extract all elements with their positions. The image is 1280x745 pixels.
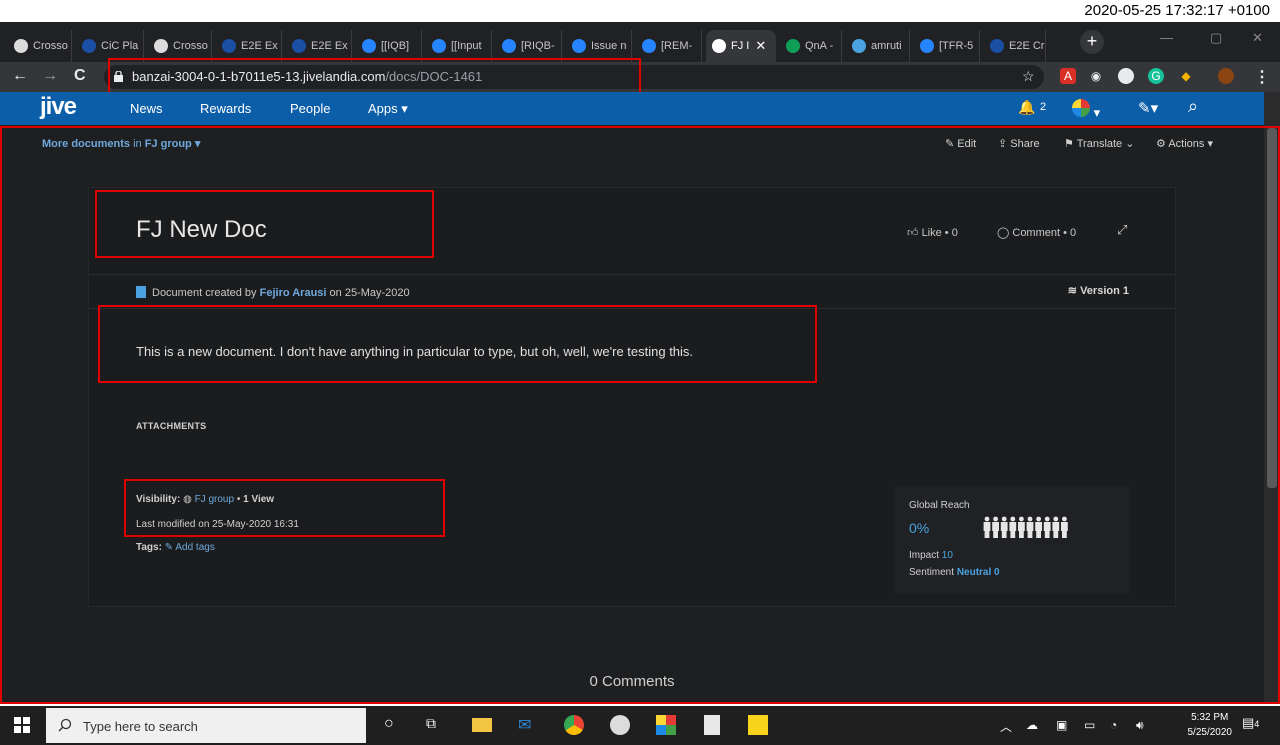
taskbar-search-input[interactable]: Type here to search [46, 708, 366, 743]
notifications-bell-icon[interactable]: 🔔 [1018, 99, 1035, 116]
pdf-extension-icon[interactable]: A [1060, 68, 1076, 84]
tab-favicon-icon [572, 39, 586, 53]
windows-start-icon[interactable] [14, 717, 30, 733]
minimize-icon[interactable]: — [1160, 30, 1173, 45]
nav-people[interactable]: People [290, 101, 330, 116]
grammarly-extension-icon[interactable]: G [1148, 68, 1164, 84]
copyleaks-extension-icon[interactable] [1118, 68, 1134, 84]
chrome-icon[interactable] [564, 715, 584, 735]
tab-label: [[IQB] [381, 40, 410, 52]
nav-news[interactable]: News [130, 101, 163, 116]
tab-label: [[Input [451, 40, 482, 52]
tab-label: E2E Cr [1009, 40, 1045, 52]
action-center-icon[interactable]: ▤4 [1242, 715, 1262, 735]
honey-extension-icon[interactable]: ◆ [1178, 68, 1194, 84]
back-icon[interactable]: ← [12, 67, 28, 85]
notification-count: 4 [1254, 719, 1260, 729]
tab-favicon-icon [432, 39, 446, 53]
close-tab-icon[interactable]: ✕ [755, 38, 766, 54]
forward-icon[interactable]: → [42, 67, 58, 85]
volume-icon[interactable]: 🔊︎ [1136, 718, 1156, 738]
tab-label: Crosso [33, 40, 68, 52]
new-tab-button[interactable]: + [1080, 30, 1104, 54]
slack-icon[interactable] [656, 715, 676, 735]
tab-label: E2E Ex [241, 40, 278, 52]
tab-label: E2E Ex [311, 40, 348, 52]
mail-icon[interactable]: ✉ [518, 715, 538, 735]
tab-favicon-icon [154, 39, 168, 53]
annotation-box-visibility [124, 479, 445, 537]
screenshot-timestamp: 2020-05-25 17:32:17 +0100 [1084, 2, 1270, 19]
browser-tab[interactable]: FJ I ✕ [706, 30, 776, 62]
cloud-sync-icon[interactable]: ☁ [1026, 718, 1046, 738]
tab-label: [TFR-5 [939, 40, 974, 52]
cortana-icon[interactable]: ○ [384, 715, 404, 735]
profile-avatar-icon[interactable] [1218, 68, 1234, 84]
close-window-icon[interactable]: ✕ [1252, 30, 1263, 46]
windows-taskbar: Type here to search ○ ⧉ ✉ ︿ ☁ ▣ ▭ ◔ 🔊︎ 5… [0, 706, 1280, 745]
task-view-icon[interactable]: ⧉ [426, 715, 446, 735]
notifications-count: 2 [1040, 101, 1047, 113]
browser-tab[interactable]: [TFR-5 [914, 30, 980, 62]
create-pencil-icon[interactable]: ✎▾ [1138, 99, 1158, 117]
tab-label: Crosso [173, 40, 208, 52]
maximize-icon[interactable]: ▢ [1210, 30, 1222, 46]
annotation-box-body [98, 305, 817, 383]
nav-apps-label: Apps [368, 101, 398, 116]
taskbar-clock[interactable]: 5:32 PM 5/25/2020 [1188, 710, 1233, 740]
tab-favicon-icon [786, 39, 800, 53]
taskbar-search-placeholder: Type here to search [83, 719, 198, 734]
browser-tab[interactable]: QnA - [780, 30, 842, 62]
tab-favicon-icon [712, 39, 726, 53]
tab-label: CiC Pla [101, 40, 139, 52]
browser-tab[interactable]: [REM- [636, 30, 702, 62]
browser-tab[interactable]: amruti [846, 30, 910, 62]
jive-logo[interactable]: jive [40, 93, 77, 121]
meet-now-icon[interactable]: ▣ [1056, 718, 1076, 738]
user-avatar[interactable]: ▾ [1072, 99, 1100, 121]
clock-time: 5:32 PM [1191, 712, 1229, 723]
tab-label: FJ I [731, 40, 750, 52]
tab-favicon-icon [222, 39, 236, 53]
incognito-extension-icon[interactable]: ◉ [1088, 68, 1104, 84]
tab-favicon-icon [852, 39, 866, 53]
nav-rewards[interactable]: Rewards [200, 101, 251, 116]
tab-favicon-icon [920, 39, 934, 53]
tab-favicon-icon [14, 39, 28, 53]
tab-label: QnA - [805, 40, 834, 52]
show-hidden-icons[interactable]: ︿ [1000, 718, 1020, 738]
tab-label: [REM- [661, 40, 693, 52]
search-icon[interactable]: ⌕ [1188, 96, 1198, 117]
tab-favicon-icon [990, 39, 1004, 53]
tab-label: [RIQB- [521, 40, 555, 52]
wifi-icon[interactable]: ◔ [1110, 718, 1130, 738]
tab-favicon-icon [502, 39, 516, 53]
browser-tab[interactable]: Crosso [8, 30, 72, 62]
tab-favicon-icon [362, 39, 376, 53]
chrome-profile-icon[interactable] [610, 715, 630, 735]
bookmark-star-icon[interactable]: ☆ [1022, 68, 1035, 85]
clock-date: 5/25/2020 [1187, 727, 1233, 738]
tab-favicon-icon [292, 39, 306, 53]
menu-kebab-icon[interactable]: ⋮ [1254, 67, 1270, 87]
clipboard-app-icon[interactable] [704, 715, 720, 735]
tab-favicon-icon [642, 39, 656, 53]
file-explorer-icon[interactable] [472, 718, 492, 732]
jive-navbar: jive News Rewards People Apps ▾ 🔔 2 ▾ ✎▾… [0, 92, 1264, 125]
tab-label: amruti [871, 40, 902, 52]
browser-tab[interactable]: E2E Cr [984, 30, 1046, 62]
search-icon [58, 718, 72, 732]
battery-icon[interactable]: ▭ [1084, 718, 1104, 738]
nav-apps[interactable]: Apps ▾ [368, 101, 408, 117]
sticky-notes-icon[interactable] [748, 715, 768, 735]
reload-icon[interactable]: C [74, 67, 86, 85]
tab-favicon-icon [82, 39, 96, 53]
annotation-box-title [95, 190, 434, 258]
tab-label: Issue n [591, 40, 627, 52]
